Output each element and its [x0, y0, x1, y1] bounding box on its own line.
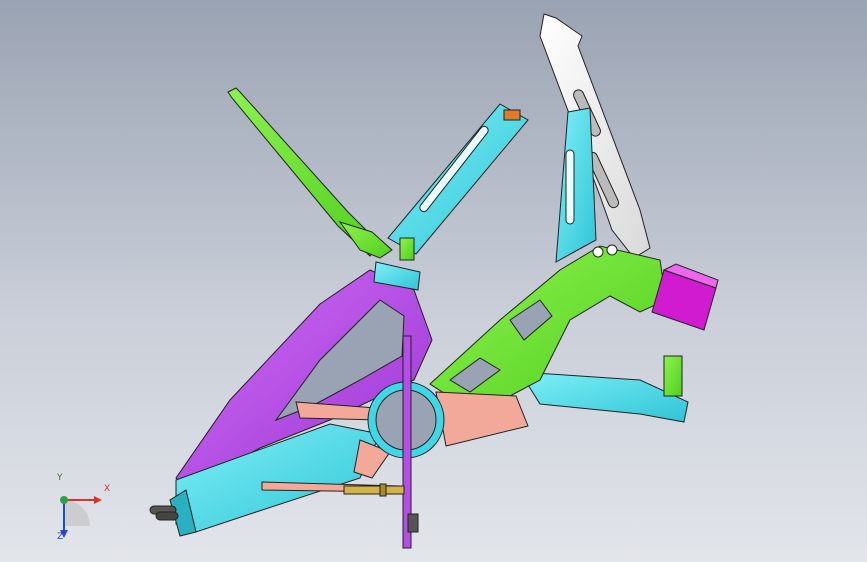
cad-viewport[interactable]: X Y Z — [0, 0, 867, 562]
coordinate-triad: X Y Z — [44, 473, 114, 548]
brass-pin[interactable] — [343, 483, 405, 497]
cyan-upper-link[interactable] — [387, 103, 529, 255]
cyan-seat-stay[interactable] — [555, 107, 597, 263]
axle-bolts[interactable] — [149, 505, 179, 521]
green-hook-rod[interactable] — [227, 87, 393, 259]
bicycle-frame-model[interactable] — [0, 0, 867, 562]
z-axis-label: Z — [57, 532, 64, 542]
x-axis-label: X — [104, 484, 111, 494]
y-axis-label: Y — [57, 473, 63, 483]
